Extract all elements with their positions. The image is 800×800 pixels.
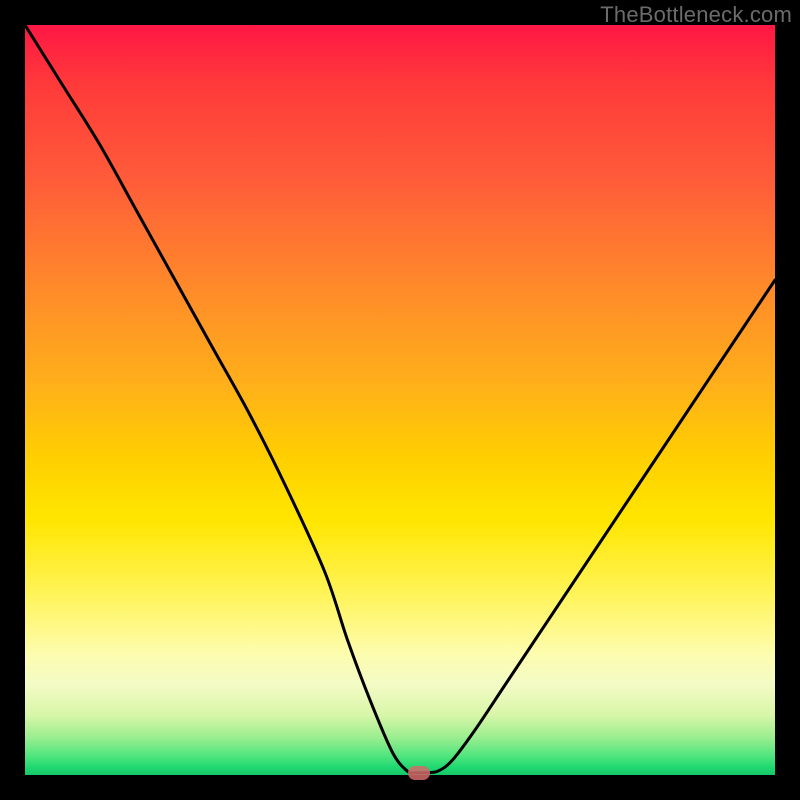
optimal-marker: [408, 766, 430, 780]
plot-area: [25, 25, 775, 775]
chart-frame: TheBottleneck.com: [0, 0, 800, 800]
bottleneck-curve: [25, 25, 775, 775]
watermark-text: TheBottleneck.com: [600, 2, 792, 28]
